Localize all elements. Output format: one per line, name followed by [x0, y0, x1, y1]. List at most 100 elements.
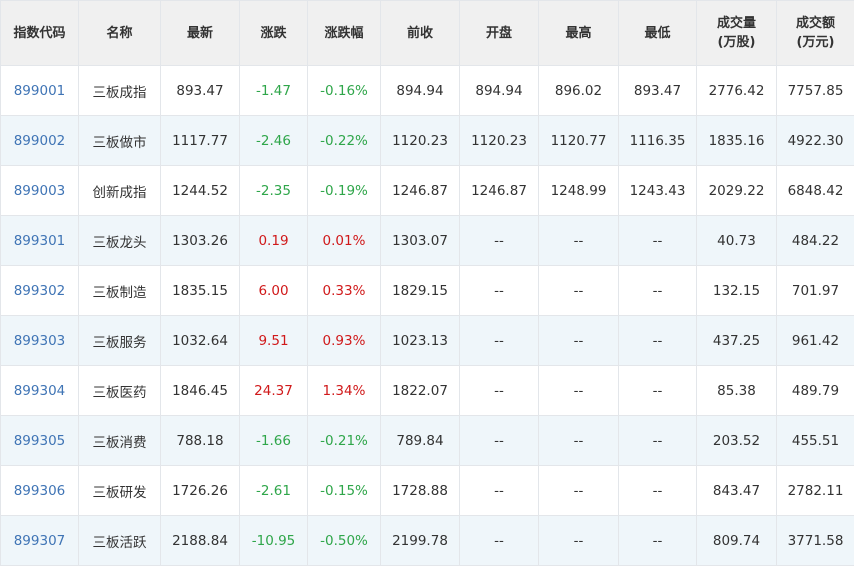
high-price: -- — [539, 266, 619, 316]
index-name: 三板服务 — [79, 316, 161, 366]
table-row[interactable]: 899001三板成指893.47-1.47-0.16%894.94894.948… — [1, 66, 854, 116]
prev-close: 789.84 — [381, 416, 460, 466]
high-price: 1248.99 — [539, 166, 619, 216]
low-price: -- — [619, 266, 697, 316]
index-code-link[interactable]: 899302 — [1, 266, 79, 316]
volume: 40.73 — [697, 216, 777, 266]
index-name: 创新成指 — [79, 166, 161, 216]
table-row[interactable]: 899306三板研发1726.26-2.61-0.15%1728.88-----… — [1, 466, 854, 516]
price-change: -2.61 — [240, 466, 308, 516]
amount: 489.79 — [777, 366, 854, 416]
last-price: 1726.26 — [161, 466, 240, 516]
column-header-prev-close: 前收 — [381, 1, 460, 66]
column-header-text: 成交额 — [796, 16, 835, 31]
high-price: 896.02 — [539, 66, 619, 116]
low-price: -- — [619, 516, 697, 566]
volume: 85.38 — [697, 366, 777, 416]
low-price: -- — [619, 366, 697, 416]
volume: 1835.16 — [697, 116, 777, 166]
open-price: -- — [460, 516, 539, 566]
price-change: -2.46 — [240, 116, 308, 166]
low-price: -- — [619, 466, 697, 516]
prev-close: 2199.78 — [381, 516, 460, 566]
prev-close: 1246.87 — [381, 166, 460, 216]
open-price: 1120.23 — [460, 116, 539, 166]
index-code-link[interactable]: 899305 — [1, 416, 79, 466]
price-change-pct: -0.50% — [308, 516, 381, 566]
column-header-text: 最新 — [187, 26, 213, 41]
volume: 437.25 — [697, 316, 777, 366]
last-price: 1117.77 — [161, 116, 240, 166]
table-row[interactable]: 899301三板龙头1303.260.190.01%1303.07------4… — [1, 216, 854, 266]
index-code-link[interactable]: 899304 — [1, 366, 79, 416]
price-change: -2.35 — [240, 166, 308, 216]
price-change-pct: -0.22% — [308, 116, 381, 166]
amount: 2782.11 — [777, 466, 854, 516]
column-header-change-pct: 涨跌幅 — [308, 1, 381, 66]
high-price: -- — [539, 416, 619, 466]
table-row[interactable]: 899305三板消费788.18-1.66-0.21%789.84------2… — [1, 416, 854, 466]
last-price: 2188.84 — [161, 516, 240, 566]
price-change: -1.66 — [240, 416, 308, 466]
index-code-link[interactable]: 899301 — [1, 216, 79, 266]
index-name: 三板做市 — [79, 116, 161, 166]
price-change-pct: -0.16% — [308, 66, 381, 116]
column-header-text: 最低 — [644, 26, 670, 41]
column-header-change: 涨跌 — [240, 1, 308, 66]
index-code-link[interactable]: 899306 — [1, 466, 79, 516]
amount: 3771.58 — [777, 516, 854, 566]
index-name: 三板制造 — [79, 266, 161, 316]
table-row[interactable]: 899003创新成指1244.52-2.35-0.19%1246.871246.… — [1, 166, 854, 216]
column-header-index-code: 指数代码 — [1, 1, 79, 66]
open-price: -- — [460, 216, 539, 266]
index-code-link[interactable]: 899307 — [1, 516, 79, 566]
prev-close: 1829.15 — [381, 266, 460, 316]
column-header-open: 开盘 — [460, 1, 539, 66]
column-header-text: 成交量 — [717, 16, 756, 31]
table-row[interactable]: 899303三板服务1032.649.510.93%1023.13------4… — [1, 316, 854, 366]
prev-close: 1303.07 — [381, 216, 460, 266]
column-header-text: (万股) — [718, 35, 756, 50]
open-price: -- — [460, 416, 539, 466]
amount: 455.51 — [777, 416, 854, 466]
amount: 484.22 — [777, 216, 854, 266]
high-price: -- — [539, 316, 619, 366]
open-price: -- — [460, 366, 539, 416]
price-change: 24.37 — [240, 366, 308, 416]
column-header-name: 名称 — [79, 1, 161, 66]
index-code-link[interactable]: 899003 — [1, 166, 79, 216]
prev-close: 1023.13 — [381, 316, 460, 366]
open-price: 894.94 — [460, 66, 539, 116]
index-code-link[interactable]: 899002 — [1, 116, 79, 166]
low-price: -- — [619, 216, 697, 266]
table-body: 899001三板成指893.47-1.47-0.16%894.94894.948… — [1, 66, 854, 566]
table-row[interactable]: 899304三板医药1846.4524.371.34%1822.07------… — [1, 366, 854, 416]
prev-close: 1822.07 — [381, 366, 460, 416]
high-price: 1120.77 — [539, 116, 619, 166]
price-change-pct: 0.01% — [308, 216, 381, 266]
volume: 2776.42 — [697, 66, 777, 116]
index-code-link[interactable]: 899001 — [1, 66, 79, 116]
prev-close: 1728.88 — [381, 466, 460, 516]
volume: 2029.22 — [697, 166, 777, 216]
table-row[interactable]: 899307三板活跃2188.84-10.95-0.50%2199.78----… — [1, 516, 854, 566]
table-row[interactable]: 899002三板做市1117.77-2.46-0.22%1120.231120.… — [1, 116, 854, 166]
last-price: 1846.45 — [161, 366, 240, 416]
column-header-text: 前收 — [407, 26, 433, 41]
table-row[interactable]: 899302三板制造1835.156.000.33%1829.15------1… — [1, 266, 854, 316]
column-header-text: 名称 — [106, 26, 132, 41]
column-header-text: 最高 — [565, 26, 591, 41]
low-price: 1116.35 — [619, 116, 697, 166]
index-name: 三板龙头 — [79, 216, 161, 266]
column-header-text: 涨跌 — [260, 26, 286, 41]
high-price: -- — [539, 466, 619, 516]
column-header-low: 最低 — [619, 1, 697, 66]
high-price: -- — [539, 516, 619, 566]
price-change: 6.00 — [240, 266, 308, 316]
index-code-link[interactable]: 899303 — [1, 316, 79, 366]
index-name: 三板活跃 — [79, 516, 161, 566]
column-header-text: (万元) — [797, 35, 835, 50]
low-price: 893.47 — [619, 66, 697, 116]
column-header-high: 最高 — [539, 1, 619, 66]
prev-close: 1120.23 — [381, 116, 460, 166]
